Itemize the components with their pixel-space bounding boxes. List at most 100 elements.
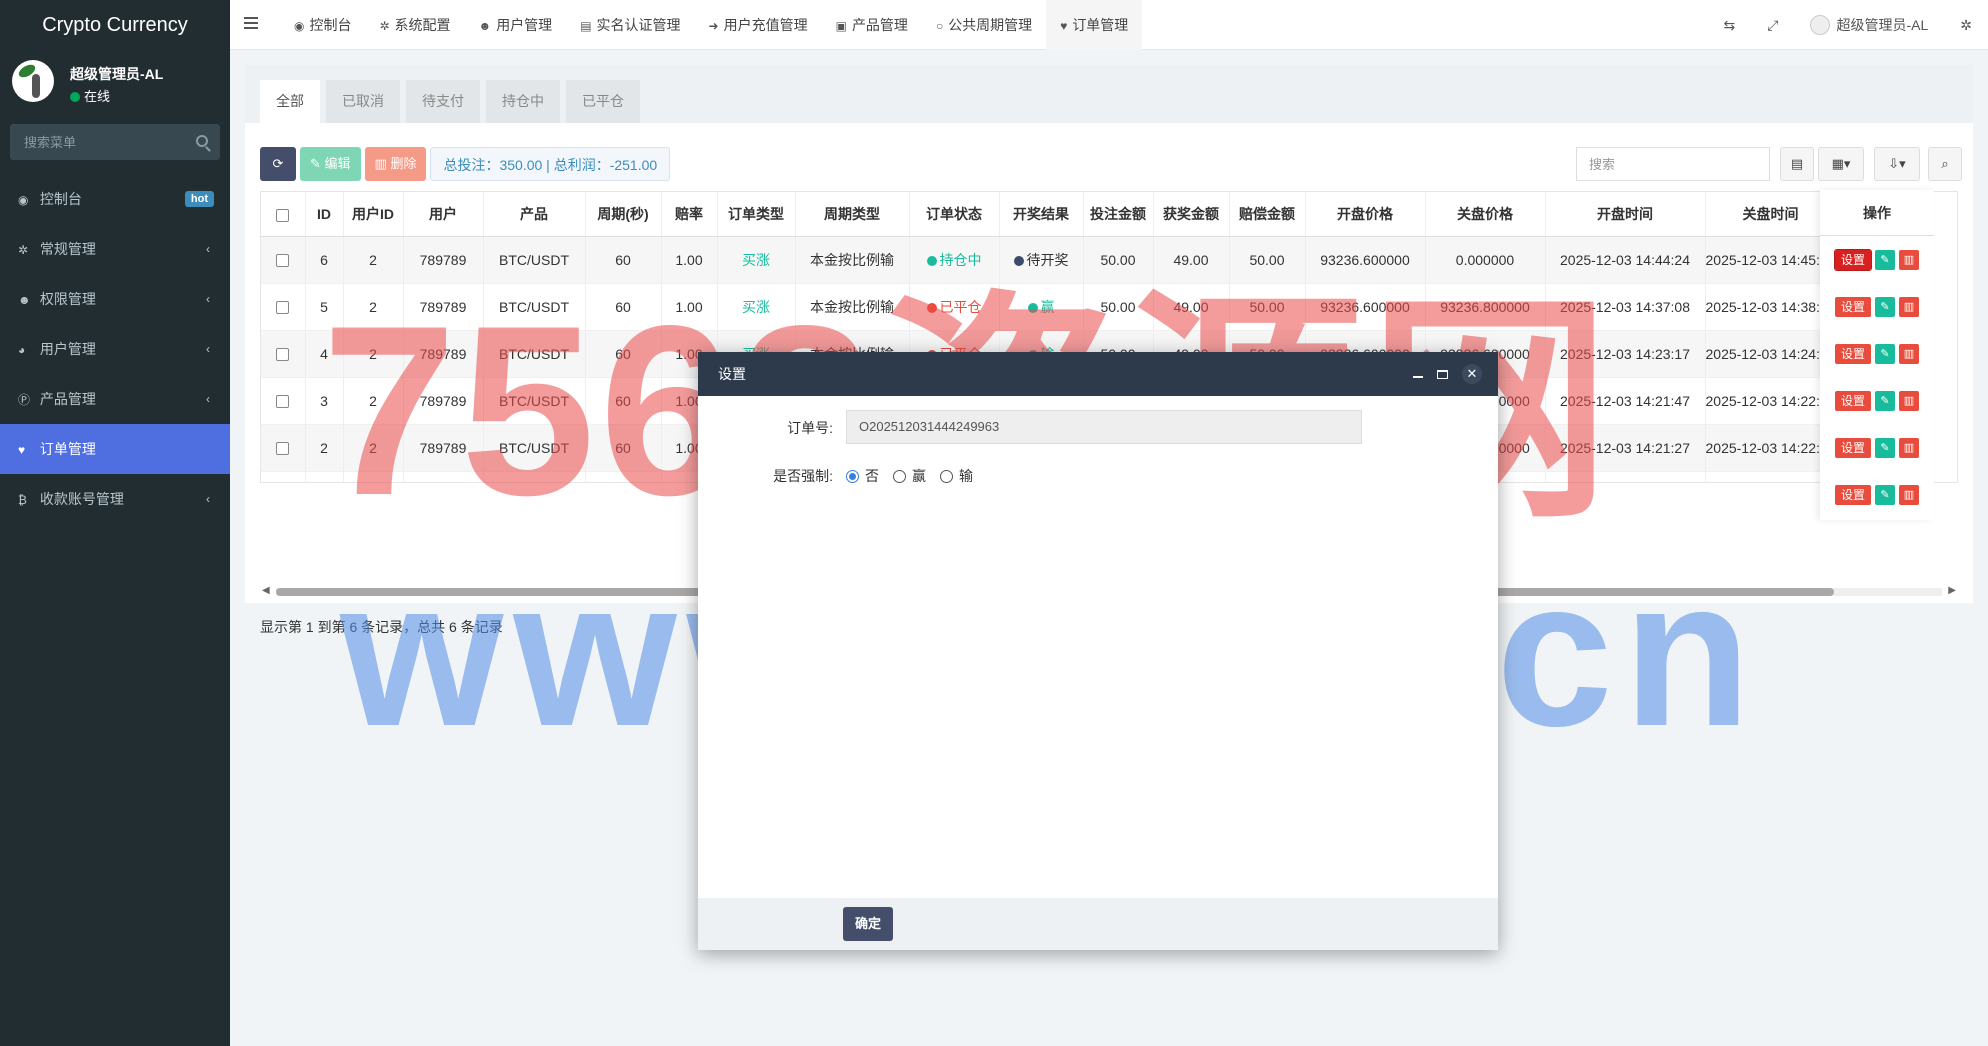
delete-row-button[interactable]: ▥ [1899,390,1919,411]
radio-win[interactable]: 赢 [893,466,926,486]
row-checkbox-cell[interactable] [261,377,306,425]
edit-button[interactable]: ✎ 编辑 [300,147,361,181]
close-icon[interactable]: ✕ [1462,364,1482,384]
toggle-view-button[interactable]: ▤ [1780,147,1814,181]
checkbox[interactable] [276,348,290,362]
fullscreen-icon[interactable]: ⤢ [1751,17,1794,34]
col-bet[interactable]: 投注金额 [1083,192,1154,237]
translate-icon[interactable]: ⇆ [1708,17,1752,34]
radio-no[interactable]: 否 [846,466,879,486]
tab-recharge[interactable]: ➜ 用户充值管理 [695,0,822,50]
sidebar-item-accounts[interactable]: ₿ 收款账号管理 ‹ [0,474,230,524]
settings-gear-icon[interactable]: ✲ [1944,17,1988,34]
sidebar-item-general[interactable]: ✲ 常规管理 ‹ [0,224,230,274]
tab-products[interactable]: ▣ 产品管理 [822,0,922,50]
export-button[interactable]: ⇩▾ [1874,147,1920,181]
edit-row-button[interactable]: ✎ [1875,437,1895,458]
set-button[interactable]: 设置 [1834,390,1871,411]
sidebar-item-orders[interactable]: ♥ 订单管理 [0,424,230,474]
col-win[interactable]: 获奖金额 [1153,192,1230,237]
edit-row-button[interactable]: ✎ [1875,343,1895,364]
delete-row-button[interactable]: ▥ [1899,343,1919,364]
delete-button[interactable]: ▥ 删除 [364,147,427,181]
delete-row-button[interactable]: ▥ [1899,296,1919,317]
col-open-time[interactable]: 开盘时间 [1545,192,1706,237]
select-all-checkbox[interactable] [261,192,306,237]
col-open-price[interactable]: 开盘价格 [1305,192,1426,237]
order-number-field[interactable]: O202512031444249963 [846,410,1362,444]
sidebar-toggle-icon[interactable] [244,17,258,29]
row-checkbox-cell[interactable] [261,330,306,378]
col-odds[interactable]: 赔率 [661,192,718,237]
tab-holding[interactable]: 持仓中 [486,80,560,123]
checkbox[interactable] [276,442,290,456]
row-checkbox-cell[interactable] [261,424,306,472]
set-button[interactable]: 设置 [1834,296,1871,317]
pencil-icon: ✎ [1880,253,1890,266]
col-cycle-type[interactable]: 周期类型 [795,192,910,237]
set-button[interactable]: 设置 [1833,248,1873,271]
search-icon[interactable] [196,135,208,147]
checkbox[interactable] [276,254,290,268]
radio-lose[interactable]: 输 [940,466,973,486]
radio-button[interactable] [893,469,906,483]
edit-row-button[interactable]: ✎ [1875,390,1895,411]
checkbox[interactable] [276,301,290,315]
col-close-time[interactable]: 关盘时间 [1705,192,1837,237]
brand-logo[interactable]: Crypto Currency [0,0,230,50]
scroll-right-icon[interactable]: ▶ [1948,585,1956,596]
tab-dashboard[interactable]: ◉ 控制台 [280,0,365,50]
radio-button[interactable] [940,469,953,483]
advanced-search-button[interactable]: ⌕ [1928,147,1962,181]
scroll-left-icon[interactable]: ◀ [262,585,270,596]
col-compensation[interactable]: 赔偿金额 [1229,192,1306,237]
sidebar-item-products[interactable]: Ⓟ 产品管理 ‹ [0,374,230,424]
edit-row-button[interactable]: ✎ [1875,296,1895,317]
col-user[interactable]: 用户 [403,192,484,237]
table-search-input[interactable] [1577,148,1769,180]
id-card-icon: ▤ [580,19,592,33]
row-checkbox-cell[interactable] [261,283,306,331]
sidebar-item-users[interactable]: ◕ 用户管理 ‹ [0,324,230,374]
maximize-icon[interactable] [1437,369,1448,379]
set-button[interactable]: 设置 [1834,343,1871,364]
delete-row-button[interactable]: ▥ [1899,484,1919,505]
set-button[interactable]: 设置 [1834,484,1871,505]
checkbox[interactable] [276,208,290,222]
col-user-id[interactable]: 用户ID [343,192,404,237]
tab-cancelled[interactable]: 已取消 [326,80,400,123]
confirm-button[interactable]: 确定 [843,907,894,941]
tab-user-management[interactable]: ☻ 用户管理 [465,0,567,50]
col-result[interactable]: 开奖结果 [999,192,1084,237]
tab-all[interactable]: 全部 [260,80,320,123]
tab-public-cycle[interactable]: ○ 公共周期管理 [922,0,1046,50]
minimize-icon[interactable] [1413,376,1423,378]
menu-search-input[interactable] [10,124,220,160]
columns-button[interactable]: ▦▾ [1818,147,1864,181]
col-close-price[interactable]: 关盘价格 [1425,192,1546,237]
radio-button[interactable] [846,469,859,483]
modal-header[interactable]: 设置 ✕ [698,352,1498,396]
admin-menu[interactable]: 超级管理员-AL [1794,15,1944,35]
row-checkbox-cell[interactable] [261,471,306,482]
tab-system-config[interactable]: ✲ 系统配置 [365,0,464,50]
tab-orders[interactable]: ♥ 订单管理 [1046,0,1143,50]
refresh-button[interactable]: ⟳ [260,147,296,181]
col-product[interactable]: 产品 [483,192,586,237]
tab-realname[interactable]: ▤ 实名认证管理 [566,0,694,50]
col-status[interactable]: 订单状态 [909,192,1000,237]
sidebar-item-dashboard[interactable]: ◉ 控制台 hot [0,174,230,224]
edit-row-button[interactable]: ✎ [1875,249,1895,270]
delete-row-button[interactable]: ▥ [1899,249,1919,270]
row-checkbox-cell[interactable] [261,236,306,284]
set-button[interactable]: 设置 [1834,437,1871,458]
col-id[interactable]: ID [305,192,344,237]
col-period[interactable]: 周期(秒) [585,192,662,237]
sidebar-item-permission[interactable]: ☻ 权限管理 ‹ [0,274,230,324]
delete-row-button[interactable]: ▥ [1899,437,1919,458]
checkbox[interactable] [276,395,290,409]
tab-pending-payment[interactable]: 待支付 [406,80,480,123]
edit-row-button[interactable]: ✎ [1875,484,1895,505]
col-order-type[interactable]: 订单类型 [717,192,796,237]
tab-closed[interactable]: 已平仓 [566,80,640,123]
